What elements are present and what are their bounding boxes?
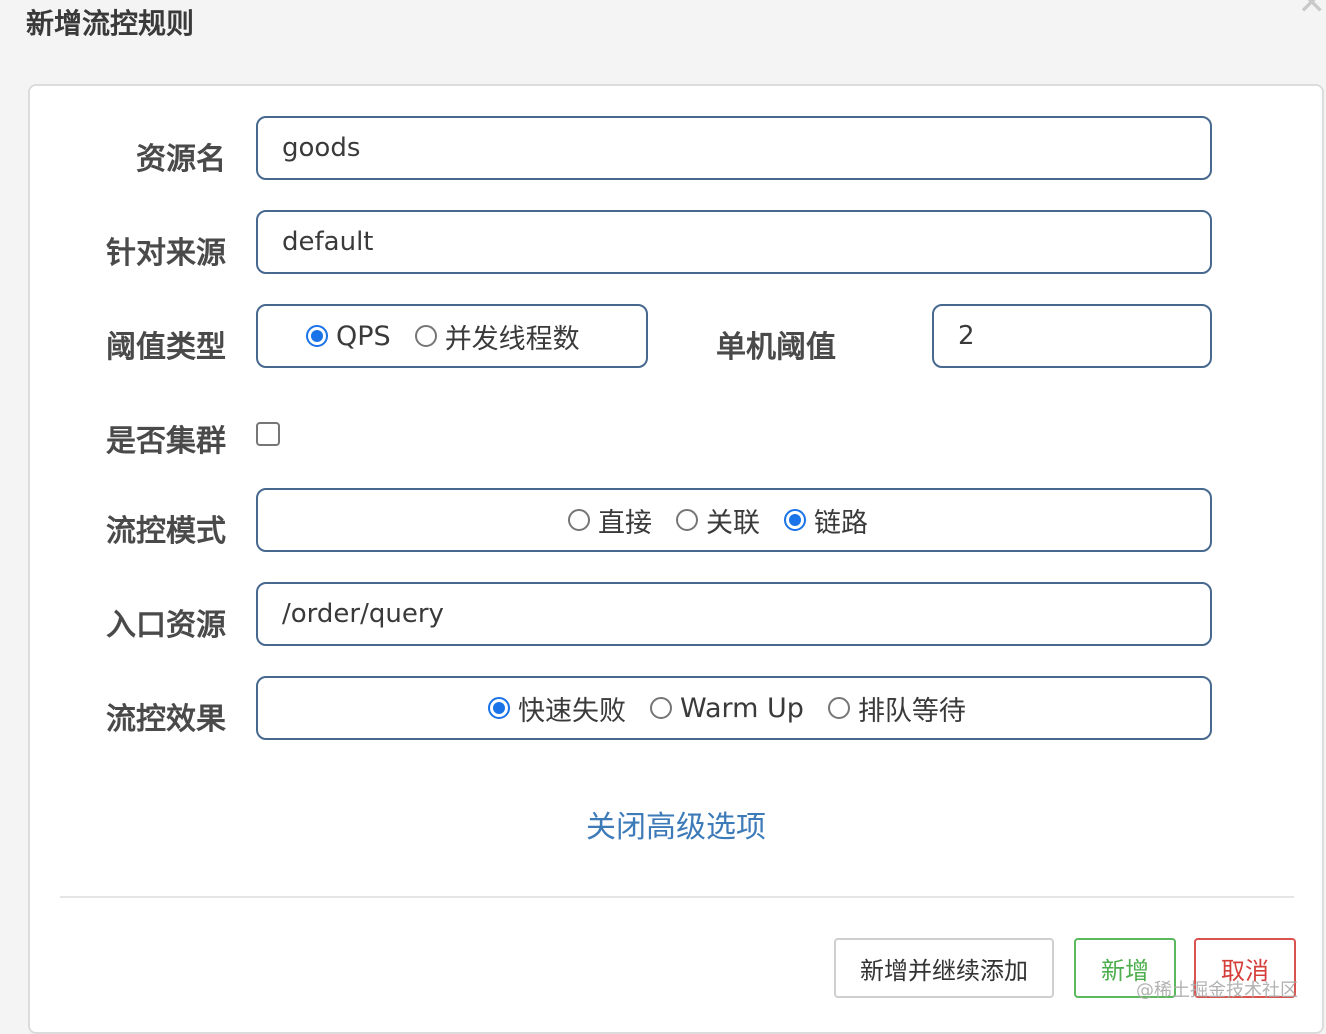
threshold-type-label: 阈值类型: [70, 322, 226, 366]
control-mode-chain[interactable]: 链路: [784, 501, 868, 540]
radio-checked-icon[interactable]: [306, 325, 328, 347]
entry-resource-value: /order/query: [282, 599, 444, 629]
radio-unchecked-icon[interactable]: [415, 325, 437, 347]
threshold-type-thread-label: 并发线程数: [445, 317, 580, 356]
control-mode-relate[interactable]: 关联: [676, 501, 760, 540]
radio-unchecked-icon[interactable]: [650, 697, 672, 719]
radio-checked-icon[interactable]: [488, 697, 510, 719]
close-advanced-options-link[interactable]: 关闭高级选项: [30, 802, 1322, 846]
dialog-title: 新增流控规则: [26, 2, 194, 42]
add-and-continue-button[interactable]: 新增并继续添加: [834, 938, 1054, 998]
control-mode-chain-label: 链路: [814, 501, 868, 540]
control-mode-label: 流控模式: [70, 506, 226, 550]
resource-name-label: 资源名: [70, 134, 226, 178]
resource-name-input[interactable]: goods: [256, 116, 1212, 180]
single-threshold-input[interactable]: 2: [932, 304, 1212, 368]
control-effect-fast-fail-label: 快速失败: [518, 689, 626, 728]
single-threshold-value: 2: [958, 321, 975, 351]
limit-app-label: 针对来源: [70, 228, 226, 272]
control-effect-group: 快速失败 Warm Up 排队等待: [256, 676, 1212, 740]
cluster-checkbox[interactable]: [256, 422, 280, 446]
control-effect-warm-up-label: Warm Up: [680, 693, 804, 724]
limit-app-input[interactable]: default: [256, 210, 1212, 274]
radio-checked-icon[interactable]: [784, 509, 806, 531]
limit-app-value: default: [282, 227, 373, 257]
threshold-type-thread[interactable]: 并发线程数: [415, 317, 580, 356]
radio-unchecked-icon[interactable]: [568, 509, 590, 531]
control-mode-group: 直接 关联 链路: [256, 488, 1212, 552]
cluster-label: 是否集群: [70, 416, 226, 460]
divider: [60, 896, 1294, 898]
control-mode-direct-label: 直接: [598, 501, 652, 540]
form-panel: 资源名 goods 针对来源 default 阈值类型 QPS 并发线程数 单机…: [28, 84, 1324, 1034]
single-threshold-label: 单机阈值: [716, 322, 876, 366]
threshold-type-qps-label: QPS: [336, 321, 391, 352]
close-icon[interactable]: ✕: [1298, 0, 1326, 20]
watermark: @稀土掘金技术社区: [1136, 976, 1298, 1002]
threshold-type-group: QPS 并发线程数: [256, 304, 648, 368]
control-effect-label: 流控效果: [70, 694, 226, 738]
control-mode-direct[interactable]: 直接: [568, 501, 652, 540]
control-mode-relate-label: 关联: [706, 501, 760, 540]
resource-name-value: goods: [282, 133, 360, 163]
control-effect-fast-fail[interactable]: 快速失败: [488, 689, 626, 728]
radio-unchecked-icon[interactable]: [828, 697, 850, 719]
control-effect-queue[interactable]: 排队等待: [828, 689, 966, 728]
entry-resource-label: 入口资源: [70, 600, 226, 644]
threshold-type-qps[interactable]: QPS: [306, 321, 391, 352]
control-effect-queue-label: 排队等待: [858, 689, 966, 728]
entry-resource-input[interactable]: /order/query: [256, 582, 1212, 646]
radio-unchecked-icon[interactable]: [676, 509, 698, 531]
control-effect-warm-up[interactable]: Warm Up: [650, 693, 804, 724]
